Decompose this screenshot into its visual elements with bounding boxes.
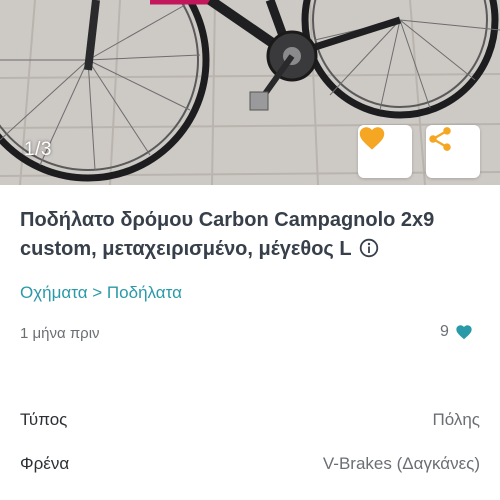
share-icon	[429, 127, 451, 151]
spec-value: Πόλης	[432, 410, 480, 429]
category-breadcrumb[interactable]: Οχήματα > Ποδήλατα	[20, 283, 182, 303]
spec-value: V-Brakes (Δαγκάνες)	[322, 454, 480, 473]
photo-counter: 1/3	[24, 139, 52, 160]
bicycle-photo-image	[0, 0, 500, 185]
share-button[interactable]	[426, 125, 480, 178]
listing-photo[interactable]: 1/3	[0, 0, 500, 185]
favorites-count: 9	[440, 323, 449, 340]
spec-row-brakes: Φρένα V-Brakes (Δαγκάνες)	[20, 454, 480, 474]
info-icon[interactable]	[359, 238, 379, 258]
spec-label: Φρένα	[20, 454, 70, 473]
posted-time: 1 μήνα πριν	[20, 325, 100, 342]
heart-icon	[456, 325, 472, 340]
spec-label: Τύπος	[20, 410, 68, 429]
favorite-button[interactable]	[358, 125, 412, 178]
listing-title: Ποδήλατο δρόμου Carbon Campagnolo 2x9 cu…	[20, 206, 485, 264]
spec-row-type: Τύπος Πόλης	[20, 410, 480, 430]
heart-icon	[359, 127, 385, 150]
favorites-counter: 9	[440, 323, 473, 341]
